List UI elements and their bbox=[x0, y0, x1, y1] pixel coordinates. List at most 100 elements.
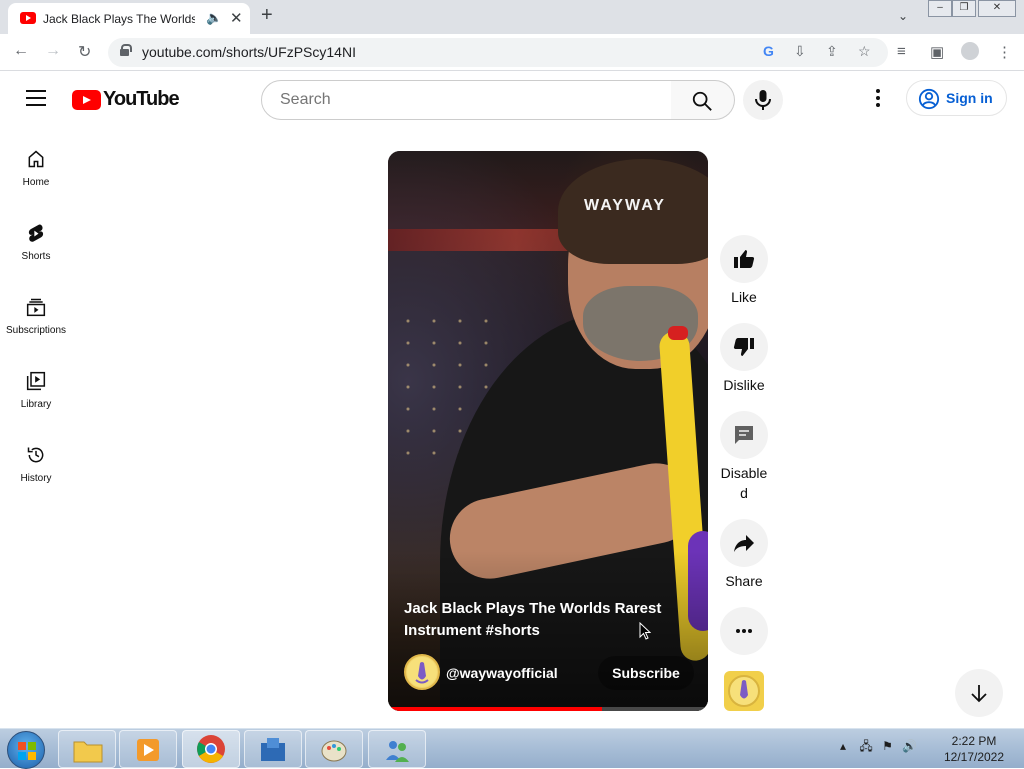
sidebar-item-history[interactable]: History bbox=[0, 445, 72, 519]
clock-time: 2:22 PM bbox=[951, 734, 997, 748]
subscriptions-icon bbox=[26, 298, 46, 317]
browser-menu-icon[interactable]: ⋮ bbox=[997, 43, 1012, 61]
comments-button[interactable] bbox=[720, 411, 768, 459]
taskbar-clock[interactable]: 2:22 PM 12/17/2022 bbox=[938, 733, 1010, 765]
like-label: Like bbox=[731, 289, 757, 305]
shorts-icon bbox=[28, 224, 44, 242]
video-progress-bar[interactable] bbox=[388, 707, 708, 711]
lock-icon[interactable] bbox=[120, 44, 132, 56]
sidebar-label: Subscriptions bbox=[5, 325, 67, 336]
volume-icon[interactable]: 🔊 bbox=[902, 739, 917, 753]
home-icon bbox=[28, 150, 44, 168]
mouse-cursor-icon bbox=[639, 622, 651, 640]
account-circle-icon bbox=[918, 88, 940, 110]
close-tab-icon[interactable]: ✕ bbox=[230, 9, 243, 27]
bookmark-star-icon[interactable]: ☆ bbox=[858, 43, 871, 60]
sidebar-label: Shorts bbox=[21, 251, 51, 262]
taskbar-explorer-button[interactable] bbox=[58, 730, 116, 768]
sign-in-label: Sign in bbox=[946, 90, 993, 106]
show-hidden-icons[interactable]: ▴ bbox=[840, 739, 846, 753]
tab-title: Jack Black Plays The Worlds Rarest Instr… bbox=[43, 12, 195, 26]
taskbar-media-player-button[interactable] bbox=[119, 730, 177, 768]
reload-icon[interactable]: ↻ bbox=[78, 42, 91, 62]
windows-logo-icon bbox=[18, 742, 36, 760]
office-app-icon bbox=[261, 738, 285, 761]
restore-window-button[interactable]: ❐ bbox=[952, 0, 976, 17]
side-panel-icon[interactable]: ▣ bbox=[930, 43, 944, 61]
address-url[interactable]: youtube.com/shorts/UFzPScy14NI bbox=[142, 44, 356, 60]
taskbar-chrome-button[interactable] bbox=[182, 730, 240, 768]
media-control-icon[interactable]: ≡ bbox=[897, 43, 906, 60]
speaker-icon[interactable]: 🔈 bbox=[206, 10, 222, 26]
taskbar-people-button[interactable] bbox=[368, 730, 426, 768]
taskbar-app-button[interactable] bbox=[244, 730, 302, 768]
comment-icon bbox=[735, 426, 753, 444]
arrow-down-icon bbox=[971, 685, 987, 703]
address-bar[interactable]: youtube.com/shorts/UFzPScy14NI G ⇩ ⇪ ☆ bbox=[108, 38, 888, 67]
people-icon bbox=[386, 741, 409, 762]
share-page-icon[interactable]: ⇪ bbox=[826, 43, 838, 60]
settings-more-icon[interactable] bbox=[868, 89, 888, 109]
more-action bbox=[720, 607, 768, 655]
browser-tab[interactable]: Jack Black Plays The Worlds Rarest Instr… bbox=[8, 3, 250, 34]
dislike-button[interactable] bbox=[720, 323, 768, 371]
dislike-label: Dislike bbox=[723, 377, 765, 393]
video-progress-fill bbox=[388, 707, 603, 711]
thumbs-down-icon bbox=[733, 338, 754, 356]
search-button[interactable] bbox=[671, 80, 735, 120]
sound-thumbnail[interactable] bbox=[724, 671, 764, 711]
comments-action: Disable d bbox=[720, 411, 768, 501]
more-options-button[interactable] bbox=[720, 607, 768, 655]
clock-date: 12/17/2022 bbox=[943, 750, 1005, 764]
share-button[interactable] bbox=[720, 519, 768, 567]
more-horizontal-icon bbox=[736, 629, 752, 633]
sidebar-item-home[interactable]: Home bbox=[0, 149, 72, 223]
sidebar-item-subscriptions[interactable]: Subscriptions bbox=[0, 297, 72, 371]
windows-start-button[interactable] bbox=[7, 731, 45, 769]
channel-handle[interactable]: @waywayofficial bbox=[446, 665, 558, 681]
dislike-action: Dislike bbox=[720, 323, 768, 393]
chrome-icon bbox=[197, 735, 225, 763]
like-action: Like bbox=[720, 235, 768, 305]
share-action: Share bbox=[720, 519, 768, 589]
sidebar-label: Home bbox=[22, 177, 50, 188]
search-icon bbox=[692, 91, 712, 111]
folder-icon bbox=[73, 741, 103, 763]
library-icon bbox=[26, 371, 46, 391]
subscribe-button[interactable]: Subscribe bbox=[598, 656, 694, 690]
thumbs-up-icon bbox=[734, 250, 755, 268]
channel-avatar[interactable] bbox=[404, 654, 440, 690]
sidebar-item-shorts[interactable]: Shorts bbox=[0, 223, 72, 297]
media-player-icon bbox=[137, 739, 159, 761]
search-input[interactable] bbox=[278, 89, 648, 111]
video-watermark: WAYWAY bbox=[584, 197, 666, 214]
next-short-button[interactable] bbox=[955, 669, 1003, 717]
shorts-video-player[interactable]: WAYWAY Jack Black Plays The Worlds Rares… bbox=[388, 151, 708, 711]
profile-avatar-icon[interactable] bbox=[961, 42, 979, 60]
sidebar-item-library[interactable]: Library bbox=[0, 371, 72, 445]
share-label: Share bbox=[725, 573, 763, 589]
minimize-window-button[interactable]: – bbox=[928, 0, 952, 17]
new-tab-button[interactable]: + bbox=[261, 4, 273, 27]
install-app-icon[interactable]: ⇩ bbox=[794, 43, 806, 60]
google-translate-icon[interactable]: G bbox=[763, 43, 774, 59]
sidebar-label: Library bbox=[20, 399, 52, 410]
youtube-favicon-icon bbox=[20, 12, 36, 24]
close-window-button[interactable]: ✕ bbox=[978, 0, 1016, 17]
menu-hamburger-icon[interactable] bbox=[26, 90, 46, 106]
short-title[interactable]: Jack Black Plays The Worlds Rarest Instr… bbox=[404, 598, 674, 642]
sidebar-label: History bbox=[20, 473, 52, 484]
action-center-flag-icon[interactable]: ⚑ bbox=[882, 739, 893, 753]
tab-search-chevron-icon[interactable]: ⌄ bbox=[898, 9, 908, 23]
back-arrow-icon[interactable]: ← bbox=[13, 42, 29, 60]
forward-arrow-icon[interactable]: → bbox=[45, 42, 61, 60]
sign-in-button[interactable]: Sign in bbox=[906, 80, 1007, 116]
video-instrument-mouthpiece bbox=[668, 326, 688, 340]
taskbar-paint-button[interactable] bbox=[305, 730, 363, 768]
praying-hands-logo-icon bbox=[407, 657, 437, 687]
network-icon[interactable]: 🖧 bbox=[859, 739, 872, 753]
history-icon bbox=[27, 447, 44, 463]
like-button[interactable] bbox=[720, 235, 768, 283]
paint-palette-icon bbox=[321, 740, 347, 762]
voice-search-button[interactable] bbox=[743, 80, 783, 120]
